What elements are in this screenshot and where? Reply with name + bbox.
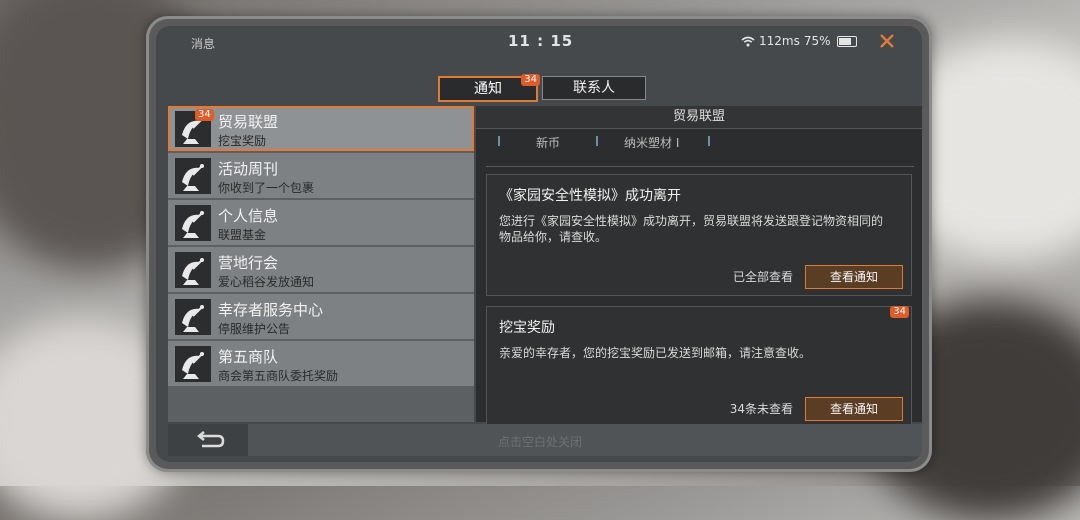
tab-contacts[interactable]: 联系人 — [542, 76, 646, 100]
list-item-camp-guild[interactable]: 营地行会 爱心稻谷发放通知 — [168, 247, 474, 292]
divider — [596, 136, 598, 146]
list-item-title: 第五商队 — [218, 348, 279, 366]
tab-label: 联系人 — [573, 80, 615, 96]
list-item-subtitle: 停服维护公告 — [218, 322, 291, 336]
list-item-trade-alliance[interactable]: 34 贸易联盟 挖宝奖励 — [168, 106, 474, 151]
unread-badge: 34 — [195, 109, 214, 121]
read-status: 34条未查看 — [729, 402, 793, 416]
read-status: 已全部查看 — [732, 270, 793, 284]
satellite-dish-icon — [175, 205, 211, 241]
tab-label: 通知 — [474, 81, 502, 97]
status-indicators: 112ms 75% — [741, 34, 857, 48]
divider — [708, 136, 710, 146]
message-card: 34 挖宝奖励 亲爱的幸存者，您的挖宝奖励已发送到邮箱，请注意查收。 34条未查… — [486, 306, 912, 428]
list-item-survivor-service[interactable]: 幸存者服务中心 停服维护公告 — [168, 294, 474, 339]
device-frame: 消息 11 : 15 112ms 75% 通知 34 联系人 34 贸易联盟 挖… — [146, 16, 932, 472]
item-name: 纳米塑材 I — [624, 136, 680, 150]
satellite-dish-icon — [175, 158, 211, 194]
list-item-subtitle: 挖宝奖励 — [218, 134, 267, 148]
message-body: 您进行《家园安全性模拟》成功离开，贸易联盟将发送跟登记物资相同的物品给你，请查收… — [499, 214, 884, 244]
list-item-title: 幸存者服务中心 — [218, 301, 324, 319]
status-bar: 消息 11 : 15 112ms 75% — [156, 26, 922, 56]
list-item-fifth-caravan[interactable]: 第五商队 商会第五商队委托奖励 — [168, 341, 474, 386]
ping-text: 112ms — [759, 34, 800, 48]
clock: 11 : 15 — [508, 32, 574, 50]
list-item-subtitle: 你收到了一个包裹 — [218, 181, 315, 195]
view-notice-button[interactable]: 查看通知 — [805, 265, 903, 289]
screen-label: 消息 — [191, 37, 216, 51]
battery-percent: 75% — [803, 34, 831, 48]
sender-list: 34 贸易联盟 挖宝奖励 活动周刊 你收到了一个包裹 个人信息 联盟基金 营地行… — [168, 106, 474, 422]
tab-notifications[interactable]: 通知 34 — [438, 74, 540, 102]
close-icon — [880, 34, 894, 48]
view-notice-button[interactable]: 查看通知 — [805, 397, 903, 421]
item-name: 新币 — [536, 136, 561, 150]
back-arrow-icon — [196, 431, 225, 448]
messages-screen: 消息 11 : 15 112ms 75% 通知 34 联系人 34 贸易联盟 挖… — [156, 26, 922, 462]
list-item-subtitle: 商会第五商队委托奖励 — [218, 369, 339, 383]
satellite-dish-icon — [175, 252, 211, 288]
satellite-dish-icon — [175, 299, 211, 335]
bottom-bar[interactable]: 点击空白处关闭 — [168, 424, 922, 456]
back-button[interactable] — [168, 424, 248, 456]
tab-bar: 通知 34 联系人 — [438, 74, 646, 102]
list-item-subtitle: 联盟基金 — [218, 228, 267, 242]
list-item-title: 活动周刊 — [218, 160, 279, 178]
message-body: 亲爱的幸存者，您的挖宝奖励已发送到邮箱，请注意查收。 — [499, 346, 812, 360]
unread-badge: 34 — [521, 74, 540, 86]
close-button[interactable] — [876, 30, 898, 52]
satellite-dish-icon — [175, 346, 211, 382]
list-item-personal-info[interactable]: 个人信息 联盟基金 — [168, 200, 474, 245]
wifi-icon — [741, 36, 755, 46]
list-item-title: 贸易联盟 — [218, 113, 279, 131]
list-item-activity-weekly[interactable]: 活动周刊 你收到了一个包裹 — [168, 153, 474, 198]
previous-message-fragment: 新币 纳米塑材 I — [486, 132, 914, 167]
battery-icon — [836, 35, 857, 47]
list-item-title: 个人信息 — [218, 207, 279, 225]
message-title: 《家园安全性模拟》成功离开 — [499, 188, 681, 204]
close-hint: 点击空白处关闭 — [498, 435, 583, 449]
list-item-title: 营地行会 — [218, 254, 279, 272]
message-panel[interactable]: 贸易联盟 新币 纳米塑材 I 《家园安全性模拟》成功离开 您进行《家园安全性模拟… — [476, 106, 922, 428]
message-title: 挖宝奖励 — [499, 320, 555, 336]
list-item-subtitle: 爱心稻谷发放通知 — [218, 275, 315, 289]
unread-badge: 34 — [890, 306, 909, 318]
panel-title: 贸易联盟 — [476, 106, 922, 129]
message-card: 《家园安全性模拟》成功离开 您进行《家园安全性模拟》成功离开，贸易联盟将发送跟登… — [486, 174, 912, 296]
divider — [498, 136, 500, 146]
battery-fill — [838, 37, 851, 45]
